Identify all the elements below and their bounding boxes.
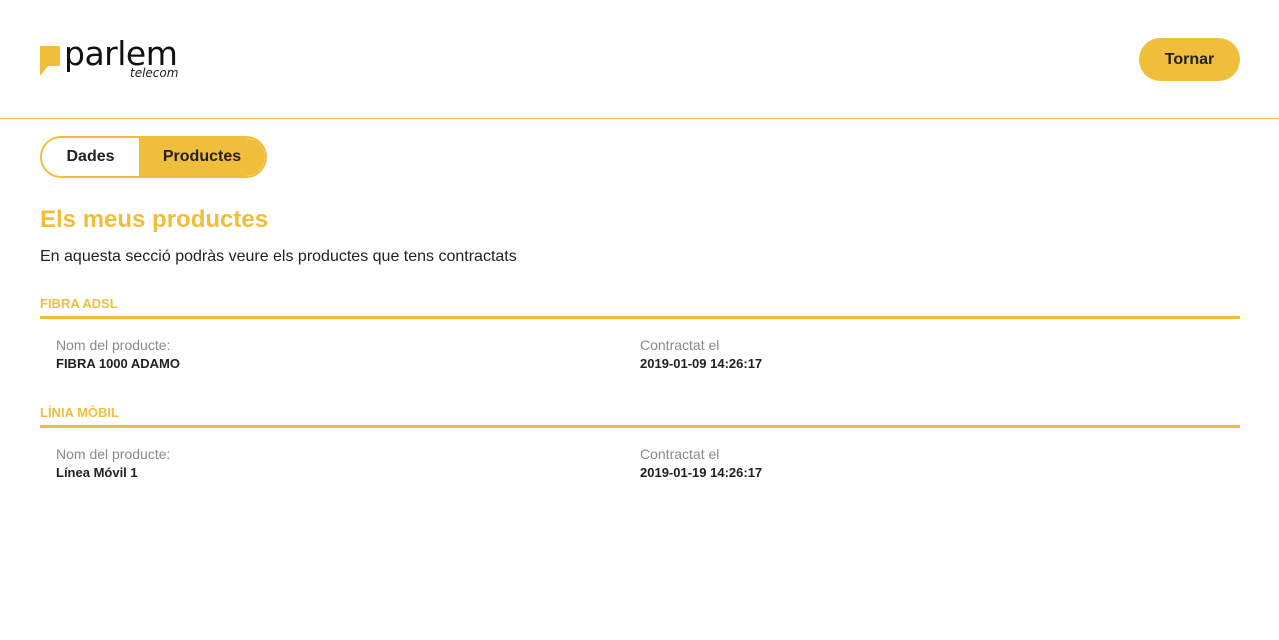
contract-date-label: Contractat el	[640, 337, 720, 353]
tab-dades[interactable]: Dades	[42, 138, 139, 176]
product-row: Nom del producte: Línea Móvil 1 Contract…	[40, 445, 1240, 485]
product-name-label: Nom del producte:	[56, 337, 171, 353]
product-name-field: Nom del producte: Línea Móvil 1	[56, 445, 170, 482]
parlem-logo[interactable]: parlem telecom	[40, 34, 190, 84]
page-description: En aquesta secció podràs veure els produ…	[40, 248, 517, 265]
page-title: Els meus productes	[40, 206, 269, 233]
back-button[interactable]: Tornar	[1139, 38, 1240, 81]
section-title: LÍNIA MÒBIL	[40, 405, 1240, 428]
product-row: Nom del producte: FIBRA 1000 ADAMO Contr…	[40, 336, 1240, 376]
header: parlem telecom Tornar	[0, 0, 1279, 119]
section-title: FIBRA ADSL	[40, 296, 1240, 319]
contract-date-field: Contractat el 2019-01-09 14:26:17	[640, 336, 762, 373]
tab-productes[interactable]: Productes	[139, 138, 265, 176]
logo-subtitle: telecom	[130, 66, 179, 80]
product-name-value: FIBRA 1000 ADAMO	[56, 356, 181, 371]
speech-bubble-logo-icon	[40, 46, 60, 76]
product-section-mobil: LÍNIA MÒBIL Nom del producte: Línea Móvi…	[40, 405, 1240, 485]
contract-date-value: 2019-01-19 14:26:17	[640, 465, 763, 480]
contract-date-label: Contractat el	[640, 446, 720, 462]
product-name-field: Nom del producte: FIBRA 1000 ADAMO	[56, 336, 180, 373]
contract-date-value: 2019-01-09 14:26:17	[640, 356, 763, 371]
product-section-fibra: FIBRA ADSL Nom del producte: FIBRA 1000 …	[40, 296, 1240, 376]
tab-switcher: Dades Productes	[40, 136, 267, 178]
product-name-value: Línea Móvil 1	[56, 465, 138, 480]
contract-date-field: Contractat el 2019-01-19 14:26:17	[640, 445, 762, 482]
product-name-label: Nom del producte:	[56, 446, 171, 462]
